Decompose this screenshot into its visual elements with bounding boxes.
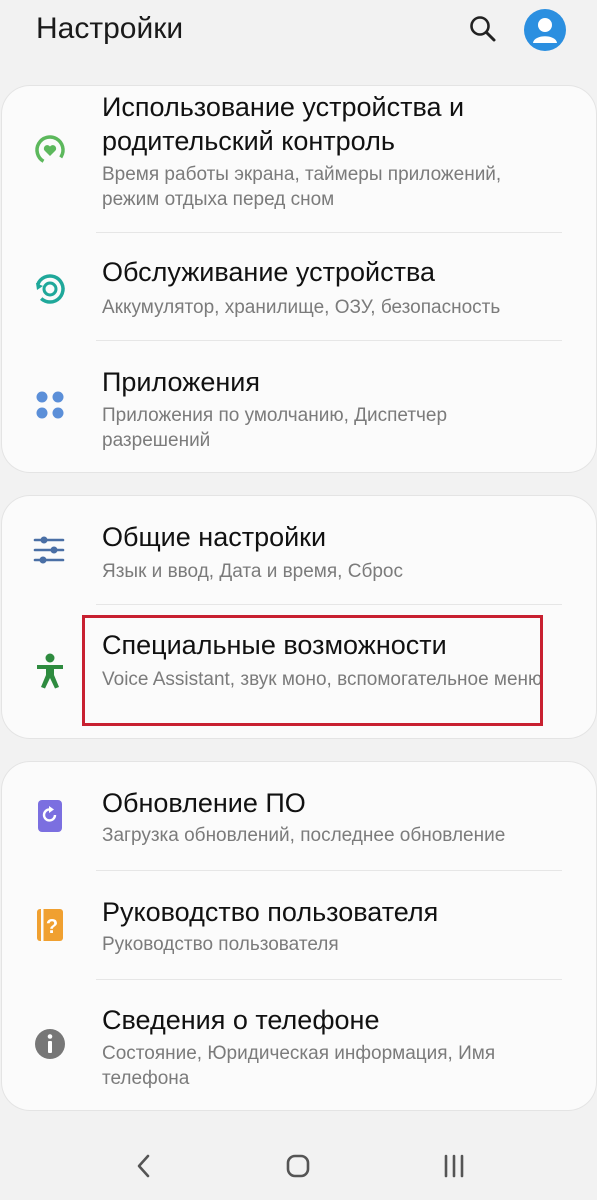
menu-item-title: Использование устройства и родительский …: [102, 92, 465, 156]
app-bar: Настройки: [0, 0, 597, 70]
settings-card-about: Обновление ПО Загрузка обновлений, после…: [2, 762, 596, 1110]
menu-item-subtitle: Руководство пользователя: [102, 934, 339, 955]
menu-item-subtitle: Загрузка обновлений, последнее обновлени…: [102, 825, 506, 846]
highlight-box: [82, 615, 543, 726]
accessibility-icon: [30, 651, 70, 691]
svg-text:?: ?: [46, 916, 58, 938]
search-icon[interactable]: [466, 12, 500, 46]
page-title: Настройки: [36, 12, 184, 45]
menu-item-device-care[interactable]: Обслуживание устройства Аккумулятор, хра…: [2, 233, 596, 340]
info-icon: [30, 1024, 70, 1064]
menu-item-apps[interactable]: Приложения Приложения по умолчанию, Дисп…: [2, 341, 596, 472]
menu-item-title: Обновление ПО: [102, 788, 306, 818]
menu-item-title: Обслуживание устройства: [102, 257, 436, 287]
software-update-icon: [30, 796, 70, 836]
digital-wellbeing-icon: [30, 130, 70, 170]
back-icon[interactable]: [122, 1144, 166, 1188]
menu-item-title: Руководство пользователя: [102, 897, 439, 927]
menu-item-title: Сведения о телефоне: [102, 1005, 380, 1035]
menu-item-subtitle: Состояние, Юридическая информация, Имя т…: [102, 1043, 496, 1089]
recents-icon[interactable]: [432, 1144, 476, 1188]
menu-item-subtitle: Язык и ввод, Дата и время, Сброс: [102, 561, 403, 582]
user-manual-icon: ?: [30, 905, 70, 945]
menu-item-subtitle: Время работы экрана, таймеры приложений,…: [102, 164, 502, 210]
menu-item-digital-wellbeing[interactable]: Использование устройства и родительский …: [2, 86, 596, 232]
menu-item-subtitle: Приложения по умолчанию, Диспетчер разре…: [102, 405, 448, 451]
apps-grid-icon: [30, 385, 70, 425]
navigation-bar: [0, 1130, 597, 1200]
menu-item-general-management[interactable]: Общие настройки Язык и ввод, Дата и врем…: [2, 496, 596, 604]
device-care-icon: [30, 269, 70, 309]
sliders-icon: [30, 530, 70, 570]
home-icon[interactable]: [276, 1144, 320, 1188]
settings-card-personal: Использование устройства и родительский …: [2, 86, 596, 472]
menu-item-software-update[interactable]: Обновление ПО Загрузка обновлений, после…: [2, 762, 596, 870]
menu-item-user-manual[interactable]: ? Руководство пользователя Руководство п…: [2, 871, 596, 979]
account-icon[interactable]: [524, 9, 566, 51]
menu-item-about-phone[interactable]: Сведения о телефоне Состояние, Юридическ…: [2, 980, 596, 1110]
menu-item-title: Приложения: [102, 367, 260, 397]
menu-item-subtitle: Аккумулятор, хранилище, ОЗУ, безопасност…: [102, 297, 501, 318]
menu-item-title: Общие настройки: [102, 522, 327, 552]
